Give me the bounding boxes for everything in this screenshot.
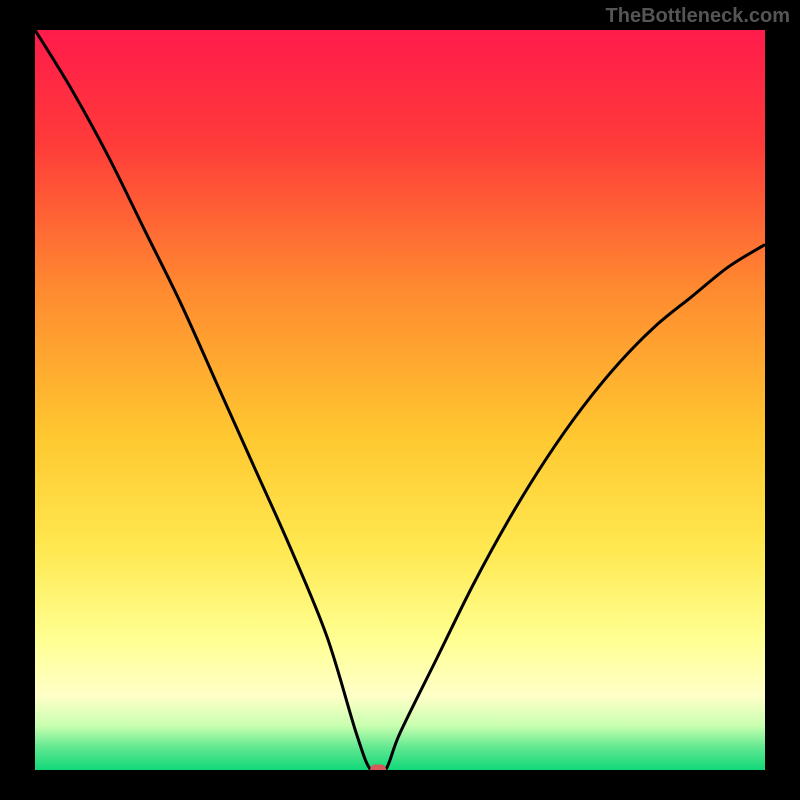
chart-svg xyxy=(35,30,765,770)
gradient-background xyxy=(35,30,765,770)
watermark-text: TheBottleneck.com xyxy=(606,5,790,28)
chart-container: TheBottleneck.com xyxy=(0,0,800,800)
optimal-marker xyxy=(370,765,386,771)
chart-plot-area xyxy=(35,30,765,770)
